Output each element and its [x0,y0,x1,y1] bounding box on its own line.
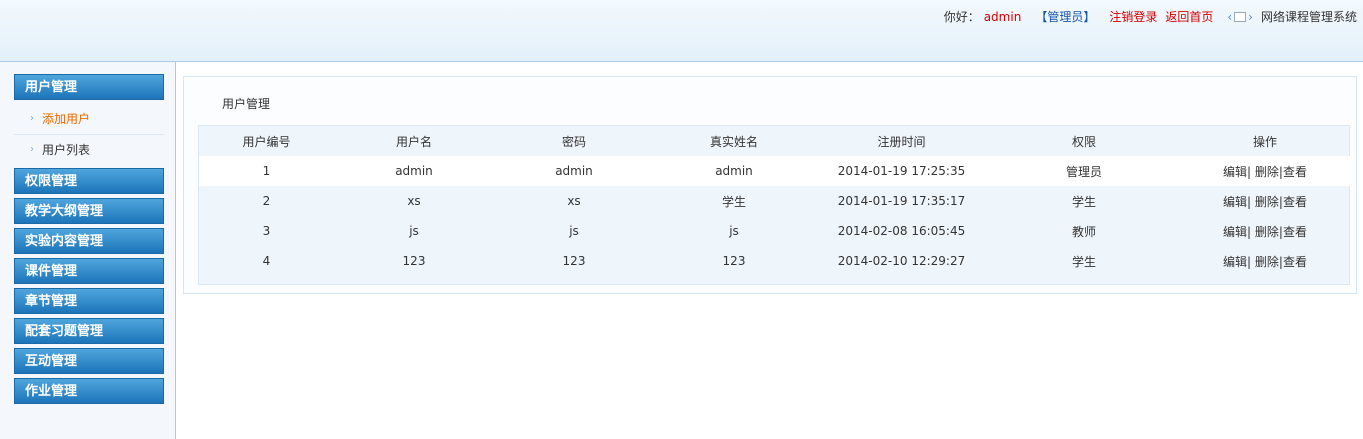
table-row: 3 js js js 2014-02-08 16:05:45 教师 编辑| 删除… [199,216,1351,246]
sidebar-item-label: 添加用户 [42,112,91,126]
chevron-left-icon: ‹ [1227,9,1233,24]
separator: | [1247,254,1252,269]
delete-link[interactable]: 删除 [1255,195,1279,209]
user-management-submenu: › 添加用户 › 用户列表 [14,104,164,164]
cell-actions: 编辑| 删除|查看 [1179,156,1351,186]
left-sidebar: 用户管理 › 添加用户 › 用户列表 权限管理 教学大纲管理 实验内容管理 课件… [0,62,176,439]
cell-password: 123 [562,254,586,268]
col-header-actions: 操作 [1252,134,1277,149]
page-title: 用户管理 [222,97,271,111]
table-header-row: 用户编号 用户名 密码 真实姓名 注册时间 权限 操作 [199,126,1351,156]
cell-username: admin [334,156,494,186]
sidebar-menu: 用户管理 › 添加用户 › 用户列表 权限管理 教学大纲管理 实验内容管理 课件… [14,74,164,408]
arrow-right-icon: › [30,144,34,155]
cell-regtime: 2014-02-10 12:29:27 [837,254,966,268]
separator: | [1247,224,1252,239]
col-header-realname: 真实姓名 [709,134,758,149]
col-header-username: 用户名 [395,134,432,149]
cell-id: 3 [262,224,271,238]
menu-section-experiments[interactable]: 实验内容管理 [14,228,164,254]
cell-permission: 学生 [1071,194,1096,209]
menu-section-user-management[interactable]: 用户管理 [14,74,164,100]
layout-toggle[interactable]: ‹ › [1227,10,1253,24]
user-toolbar: 你好： admin 【管理员】 注销登录 返回首页 ‹ › 网络课程管理系统 [944,8,1357,25]
view-link[interactable]: 查看 [1283,255,1307,269]
separator: | [1247,164,1252,179]
cell-realname: js [729,224,739,238]
table-row: 2 xs xs 学生 2014-01-19 17:35:17 学生 编辑| 删除… [199,186,1351,216]
cell-username: xs [407,194,421,208]
sidebar-item-label: 用户列表 [42,143,91,157]
cell-actions: 编辑| 删除|查看 [1179,186,1351,216]
role-badge: 【管理员】 [1035,10,1096,24]
user-table: 用户编号 用户名 密码 真实姓名 注册时间 权限 操作 1 admin admi… [199,126,1351,276]
cell-actions: 编辑| 删除|查看 [1179,246,1351,276]
menu-section-chapters[interactable]: 章节管理 [14,288,164,314]
edit-link[interactable]: 编辑 [1223,255,1247,269]
main-content: 用户管理 用户编号 用户名 密码 真实姓名 注册时间 权限 操作 1 admin… [177,62,1363,439]
sidebar-item-add-user[interactable]: › 添加用户 [14,104,164,134]
cell-username: 123 [402,254,426,268]
home-link[interactable]: 返回首页 [1165,8,1213,25]
top-header: 你好： admin 【管理员】 注销登录 返回首页 ‹ › 网络课程管理系统 [0,0,1363,62]
separator: | [1247,194,1252,209]
col-header-regtime: 注册时间 [877,134,926,149]
edit-link[interactable]: 编辑 [1223,195,1247,209]
username-text: admin [983,9,1022,24]
edit-link[interactable]: 编辑 [1223,225,1247,239]
cell-id: 4 [262,254,271,268]
logout-link[interactable]: 注销登录 [1109,8,1157,25]
cell-password: xs [567,194,581,208]
table-row: 4 123 123 123 2014-02-10 12:29:27 学生 编辑|… [199,246,1351,276]
menu-section-courseware[interactable]: 课件管理 [14,258,164,284]
menu-section-permissions[interactable]: 权限管理 [14,168,164,194]
cell-regtime: 2014-01-19 17:25:35 [814,156,989,186]
cell-actions: 编辑| 删除|查看 [1179,216,1351,246]
cell-realname: admin [654,156,814,186]
view-link[interactable]: 查看 [1283,225,1307,239]
col-header-id: 用户编号 [242,134,291,149]
window-icon [1234,11,1247,22]
cell-permission: 教师 [1071,224,1096,239]
cell-id: 2 [262,194,271,208]
menu-section-homework[interactable]: 作业管理 [14,378,164,404]
cell-regtime: 2014-01-19 17:35:17 [837,194,966,208]
view-link[interactable]: 查看 [1283,165,1307,179]
user-table-container: 用户编号 用户名 密码 真实姓名 注册时间 权限 操作 1 admin admi… [198,125,1351,285]
content-panel: 用户管理 用户编号 用户名 密码 真实姓名 注册时间 权限 操作 1 admin… [183,76,1357,294]
menu-section-syllabus[interactable]: 教学大纲管理 [14,198,164,224]
cell-password: admin [494,156,654,186]
cell-permission: 学生 [1071,254,1096,269]
cell-id: 1 [199,156,334,186]
menu-section-exercises[interactable]: 配套习题管理 [14,318,164,344]
greeting-text: 你好： [943,10,980,24]
cell-permission: 管理员 [989,156,1179,186]
col-header-password: 密码 [561,134,586,149]
menu-section-interaction[interactable]: 互动管理 [14,348,164,374]
view-link[interactable]: 查看 [1283,195,1307,209]
delete-link[interactable]: 删除 [1255,165,1279,179]
cell-realname: 123 [722,254,746,268]
sidebar-item-user-list[interactable]: › 用户列表 [14,134,164,164]
system-name: 网络课程管理系统 [1260,10,1357,24]
cell-password: js [569,224,579,238]
cell-realname: 学生 [721,194,746,209]
delete-link[interactable]: 删除 [1255,225,1279,239]
cell-regtime: 2014-02-08 16:05:45 [837,224,966,238]
col-header-permission: 权限 [1071,134,1096,149]
delete-link[interactable]: 删除 [1255,255,1279,269]
edit-link[interactable]: 编辑 [1223,165,1247,179]
table-row: 1 admin admin admin 2014-01-19 17:25:35 … [199,156,1351,186]
chevron-right-icon: › [1248,9,1253,24]
arrow-right-icon: › [30,113,34,124]
cell-username: js [409,224,419,238]
